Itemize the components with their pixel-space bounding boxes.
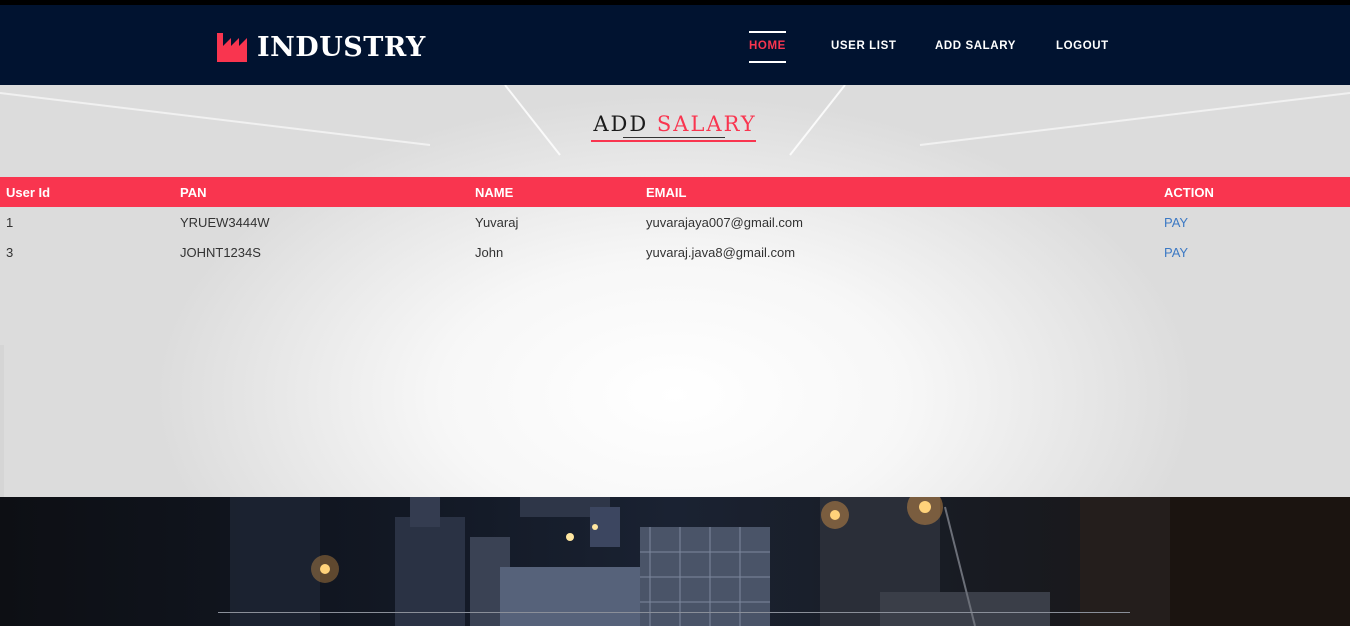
- title-part-add: ADD: [593, 112, 649, 136]
- main-content: ADD SALARY User Id PAN NAME EMAIL ACTION…: [0, 85, 1350, 497]
- nav-home[interactable]: HOME: [749, 39, 786, 53]
- header-pan: PAN: [180, 184, 207, 200]
- title-underline: [591, 140, 756, 142]
- header-action: ACTION: [1164, 184, 1214, 200]
- page-title: ADD SALARY: [0, 111, 1350, 137]
- navbar: INDUSTRY HOME USER LIST ADD SALARY LOGOU…: [0, 5, 1350, 85]
- nav-active-underline: [749, 61, 786, 63]
- table-row: 3 JOHNT1234S John yuvaraj.java8@gmail.co…: [0, 237, 1350, 267]
- header-name: NAME: [475, 184, 514, 200]
- factory-icon: [217, 33, 247, 62]
- pay-link[interactable]: PAY: [1164, 215, 1188, 230]
- cell-user-id: 1: [6, 214, 14, 230]
- header-user-id: User Id: [6, 184, 51, 200]
- cell-email: yuvaraj.java8@gmail.com: [646, 244, 796, 260]
- nav-active-topline: [749, 31, 786, 33]
- brand-logo[interactable]: INDUSTRY: [217, 31, 426, 63]
- salary-table: User Id PAN NAME EMAIL ACTION 1 YRUEW344…: [0, 177, 1350, 267]
- title-part-salary: SALARY: [656, 112, 757, 136]
- page: INDUSTRY HOME USER LIST ADD SALARY LOGOU…: [0, 0, 1350, 626]
- brand-name: INDUSTRY: [257, 31, 426, 63]
- cell-user-id: 3: [6, 244, 14, 260]
- background-rays: [0, 85, 1350, 497]
- nav-logout[interactable]: LOGOUT: [1056, 39, 1109, 53]
- cell-name: Yuvaraj: [475, 214, 519, 230]
- factory-background-image: [230, 497, 1350, 626]
- pay-link[interactable]: PAY: [1164, 245, 1188, 260]
- header-email: EMAIL: [646, 184, 687, 200]
- nav-add-salary[interactable]: ADD SALARY: [935, 39, 1016, 53]
- title-underline-dark: [623, 137, 725, 138]
- cell-email: yuvarajaya007@gmail.com: [646, 214, 803, 230]
- table-row: 1 YRUEW3444W Yuvaraj yuvarajaya007@gmail…: [0, 207, 1350, 237]
- cell-action: PAY: [1158, 207, 1350, 237]
- footer-divider: [218, 612, 1130, 613]
- footer-banner: [0, 497, 1350, 626]
- cell-name: John: [475, 244, 504, 260]
- cell-pan: JOHNT1234S: [180, 244, 261, 260]
- cell-action: PAY: [1158, 237, 1350, 267]
- cell-pan: YRUEW3444W: [180, 214, 270, 230]
- nav-user-list[interactable]: USER LIST: [831, 39, 896, 53]
- table-header-row: User Id PAN NAME EMAIL ACTION: [0, 177, 1350, 207]
